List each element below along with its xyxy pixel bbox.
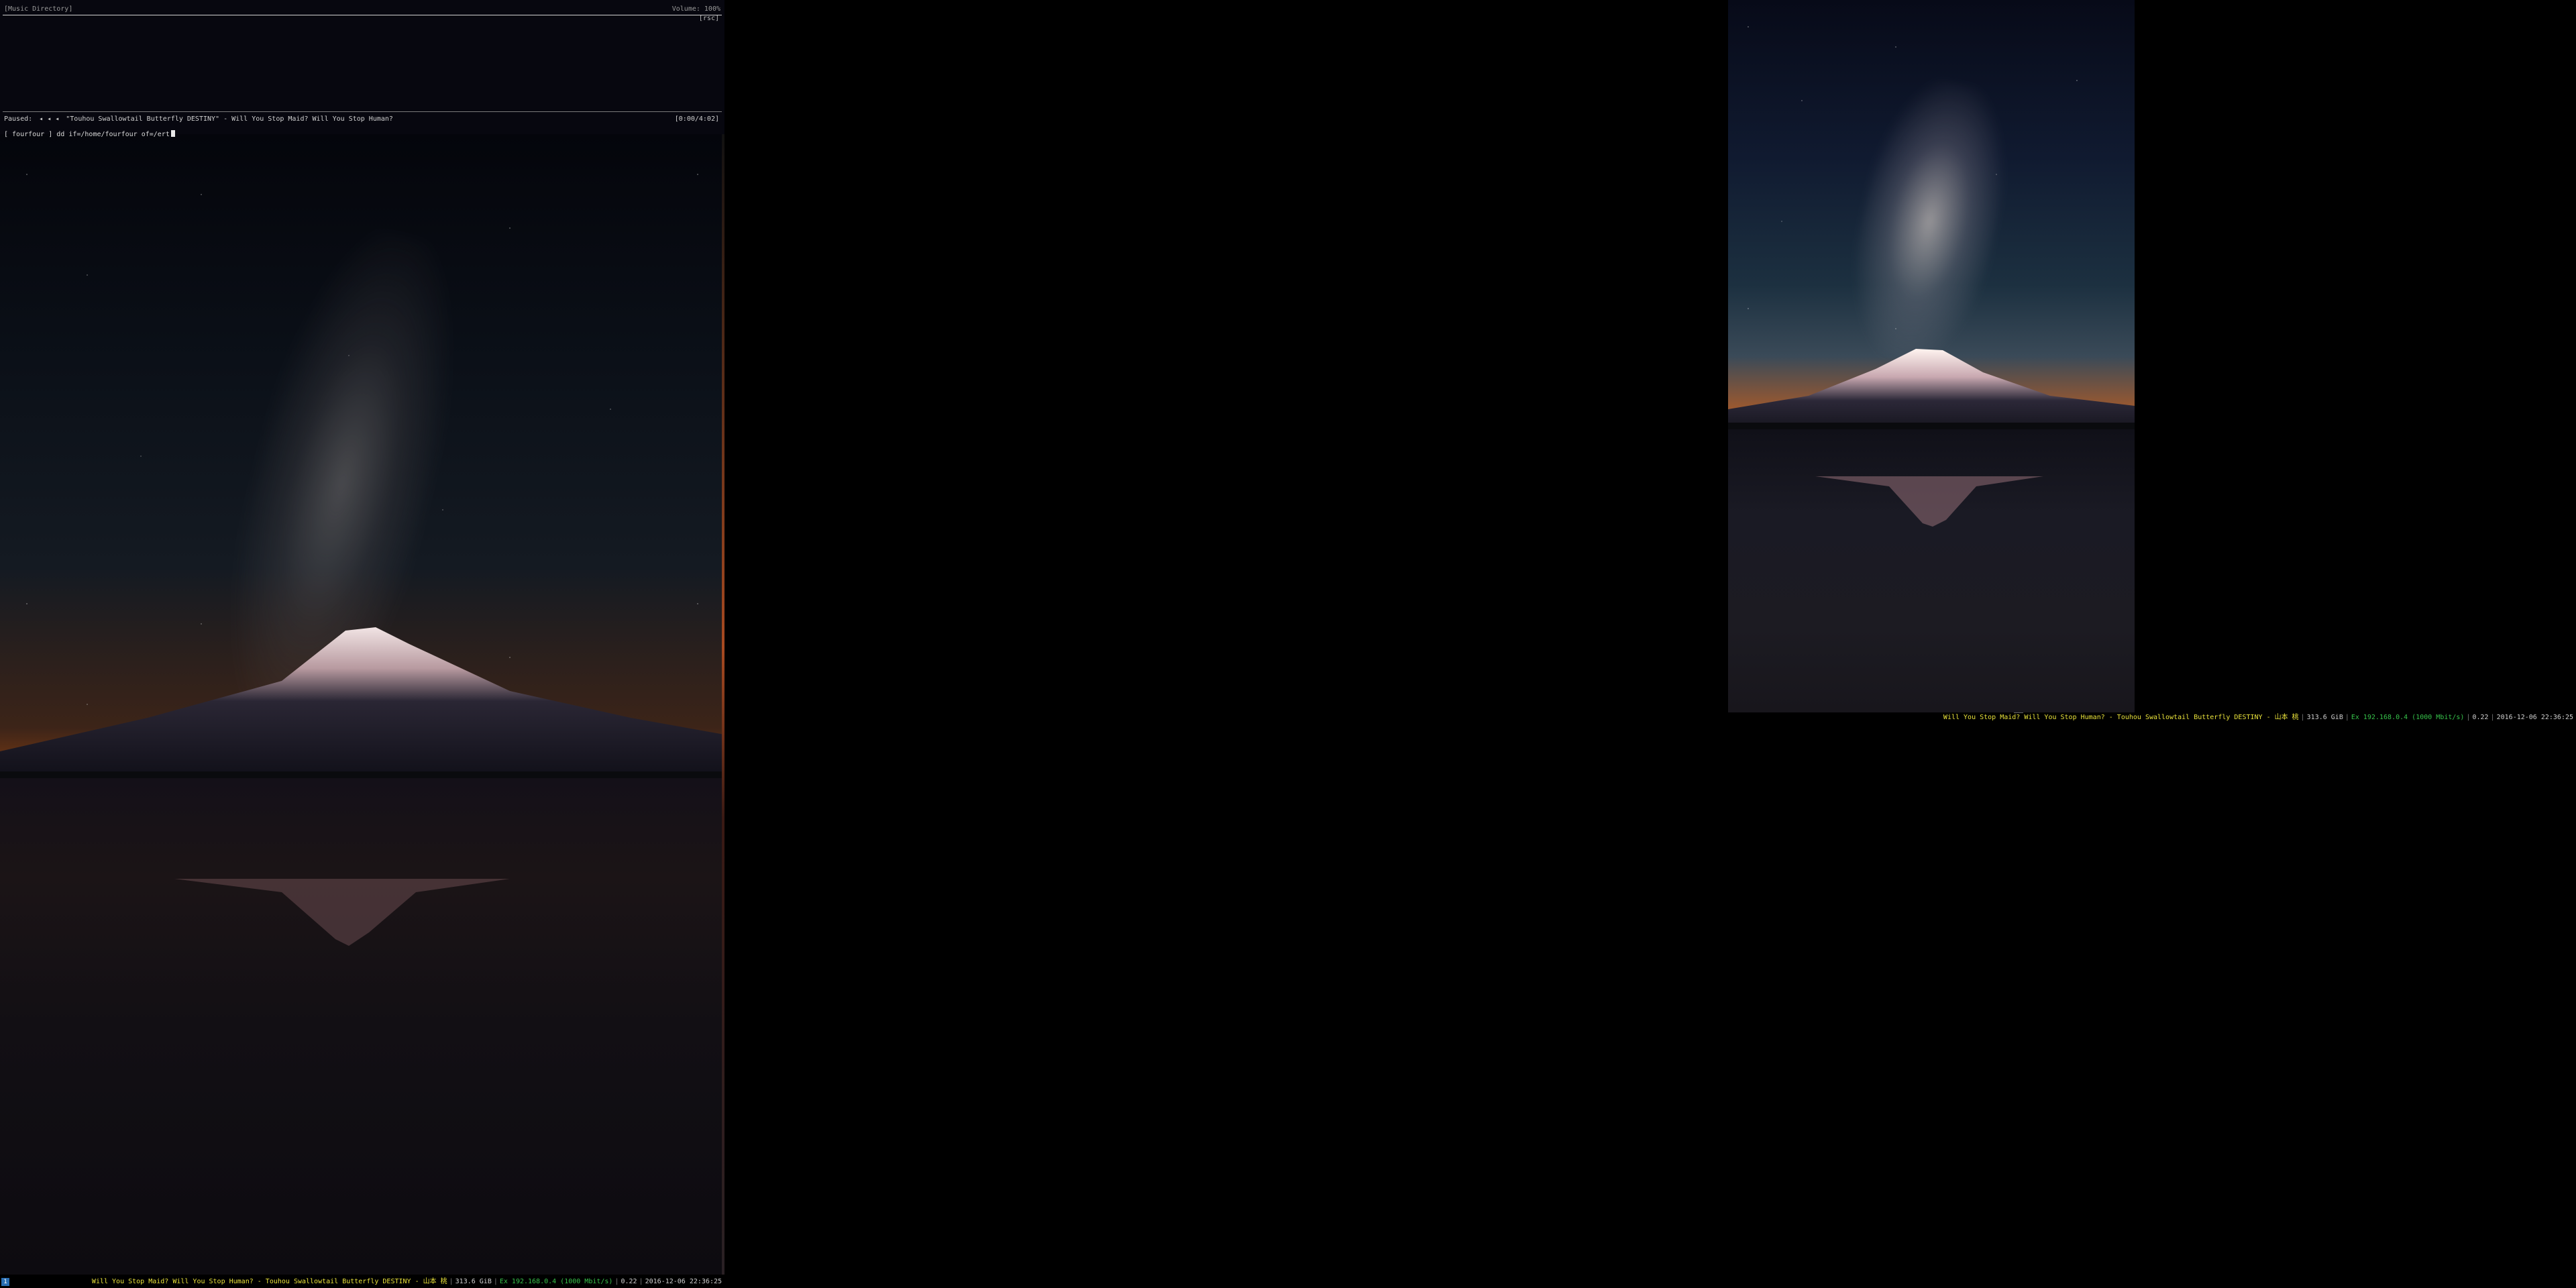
clock: 2016-12-06 22:36:25 — [645, 1278, 722, 1285]
now-playing: Will You Stop Maid? Will You Stop Human?… — [91, 1278, 447, 1285]
wallpaper-reflection — [174, 879, 510, 946]
load-average: 0.22 — [2472, 714, 2489, 721]
now-playing: Will You Stop Maid? Will You Stop Human?… — [1943, 714, 2299, 721]
terminal-window[interactable]: [Music Directory] Volume: 100% [rsc] Pau… — [0, 0, 724, 138]
network-status: Ex 192.168.0.4 (1000 Mbit/s) — [499, 1278, 613, 1285]
music-player-header: [Music Directory] Volume: 100% — [4, 5, 720, 13]
wallpaper-mountain — [1728, 349, 2135, 443]
music-directory-label: [Music Directory] — [4, 5, 73, 13]
wallpaper-mountain — [0, 627, 724, 792]
status-bar-right: Will You Stop Maid? Will You Stop Human?… — [1943, 713, 2576, 722]
playlist-divider — [3, 111, 722, 112]
wallpaper-mount-fuji-portrait — [1728, 0, 2135, 712]
workspace-tag-1[interactable]: 1 — [1, 1278, 9, 1286]
wallpaper-mount-fuji-milky-way — [0, 134, 724, 1275]
wallpaper-reflection — [1815, 476, 2043, 527]
volume-label: Volume: 100% — [672, 5, 720, 13]
shell-command: [ fourfour ] dd if=/home/fourfour of=/er… — [4, 131, 170, 138]
shell-prompt[interactable]: [ fourfour ] dd if=/home/fourfour of=/er… — [4, 130, 175, 138]
clock: 2016-12-06 22:36:25 — [2496, 714, 2573, 721]
load-average: 0.22 — [621, 1278, 637, 1285]
wallpaper-lake — [0, 778, 724, 1275]
right-monitor: 2 Will You Stop Maid? Will You Stop Huma… — [724, 0, 2576, 1288]
text-cursor — [170, 130, 175, 137]
playback-controls-icon[interactable]: ◂ ◂ ◂ — [39, 115, 59, 123]
player-status-line: Paused: ◂ ◂ ◂ "Touhou Swallowtail Butter… — [4, 115, 719, 123]
network-status: Ex 192.168.0.4 (1000 Mbit/s) — [2351, 714, 2465, 721]
disk-usage: 313.6 GiB — [2306, 714, 2343, 721]
mode-indicator: [rsc] — [698, 15, 719, 22]
player-state: Paused: — [4, 115, 33, 123]
current-track: "Touhou Swallowtail Butterfly DESTINY" -… — [66, 115, 393, 123]
track-time: [0:00/4:02] — [674, 115, 719, 123]
status-bar-left: 1 Will You Stop Maid? Will You Stop Huma… — [0, 1277, 724, 1287]
disk-usage: 313.6 GiB — [455, 1278, 492, 1285]
left-monitor: [Music Directory] Volume: 100% [rsc] Pau… — [0, 0, 724, 1288]
